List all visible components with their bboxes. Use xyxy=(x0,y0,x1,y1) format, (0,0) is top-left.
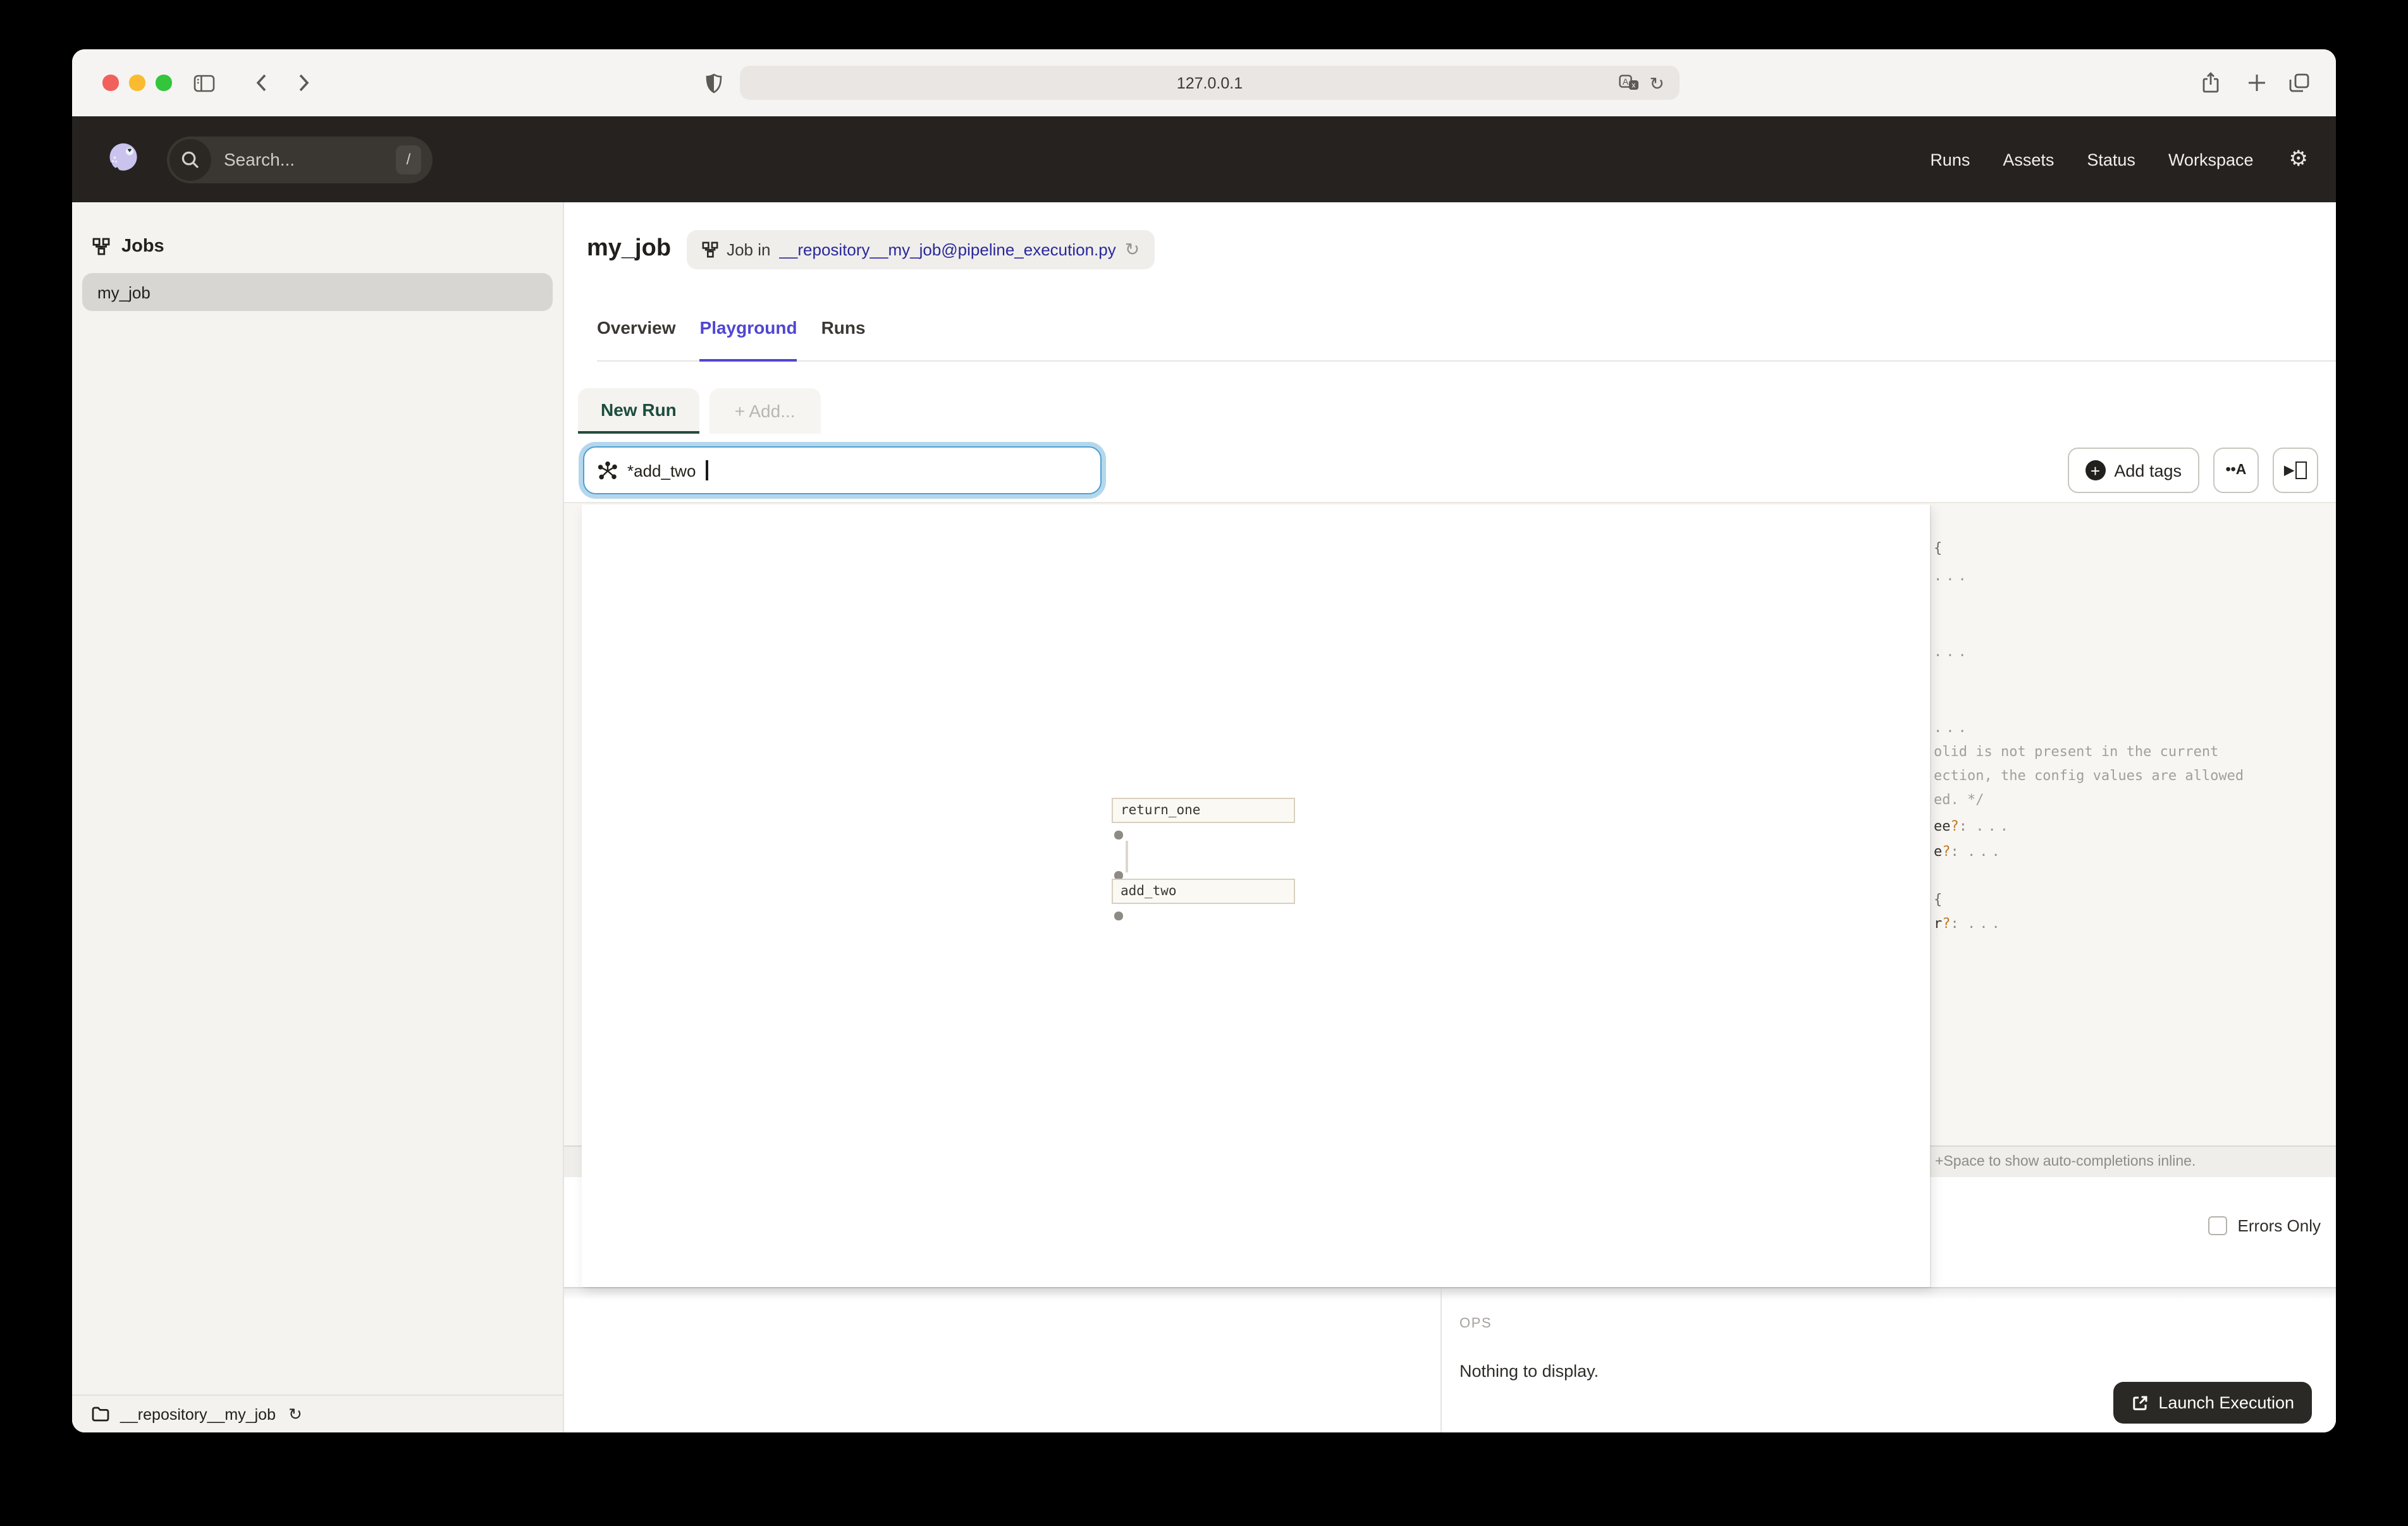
code-line: ... xyxy=(1934,568,1970,584)
tab-new-run[interactable]: New Run xyxy=(578,388,699,434)
share-icon[interactable] xyxy=(2202,49,2220,116)
back-icon[interactable] xyxy=(255,49,267,116)
nav-assets[interactable]: Assets xyxy=(2003,150,2054,169)
job-graph-icon xyxy=(92,238,110,255)
app-header: Search... / Runs Assets Status Workspace… xyxy=(72,116,2336,202)
tab-runs[interactable]: Runs xyxy=(821,314,866,360)
job-graph-icon xyxy=(701,241,718,257)
graph-edge xyxy=(1126,841,1127,872)
repository-reload-icon[interactable]: ↻ xyxy=(288,1406,302,1422)
job-location-badge: Job in __repository__my_job@pipeline_exe… xyxy=(686,229,1155,269)
code-line: olid is not present in the current xyxy=(1934,743,2219,760)
op-graph-icon xyxy=(598,461,617,480)
launch-icon xyxy=(2130,1394,2148,1412)
add-tags-button[interactable]: + Add tags xyxy=(2067,448,2199,493)
privacy-shield-icon xyxy=(706,49,722,116)
page-title: my_job xyxy=(587,235,672,262)
run-config-tabs: New Run + Add... xyxy=(578,388,821,434)
ops-section-title: OPS xyxy=(1459,1316,1492,1331)
launch-execution-button[interactable]: Launch Execution xyxy=(2113,1382,2312,1424)
selector-toolbar: *add_two + Add tags ••A ▶ xyxy=(564,439,2336,503)
url-bar[interactable]: 127.0.0.1 Ax ↻ xyxy=(740,66,1680,100)
code-line: ... xyxy=(1934,644,1970,660)
bottom-pane: OPS Nothing to display. Launch Execution xyxy=(564,1287,2336,1432)
ops-empty-message: Nothing to display. xyxy=(1459,1362,1599,1381)
tab-overview[interactable]: Overview xyxy=(597,314,676,360)
browser-window: 127.0.0.1 Ax ↻ Search... / Runs Assets S… xyxy=(72,49,2336,1432)
title-row: my_job Job in __repository__my_job@pipel… xyxy=(587,228,1155,271)
pane-divider xyxy=(1440,1288,1442,1432)
tab-overview-icon[interactable] xyxy=(2289,49,2309,116)
tab-playground[interactable]: Playground xyxy=(699,314,797,362)
page-reload-icon[interactable]: ↻ xyxy=(1650,74,1664,92)
code-line: ee?: ... xyxy=(1934,818,2012,834)
op-selector-value: *add_two xyxy=(627,461,696,480)
expand-panel-button[interactable]: ▶ xyxy=(2273,448,2318,493)
nav-runs[interactable]: Runs xyxy=(1930,150,1970,169)
op-node-add-two[interactable]: add_two xyxy=(1112,879,1295,904)
window-controls xyxy=(102,49,171,116)
sidebar-item-my-job[interactable]: my_job xyxy=(82,273,553,311)
gear-icon[interactable]: ⚙ xyxy=(2289,147,2309,172)
errors-only-label: Errors Only xyxy=(2237,1216,2321,1235)
plus-circle-icon: + xyxy=(2085,460,2106,480)
play-panel-icon: ▶ xyxy=(2284,463,2294,477)
search-icon xyxy=(181,150,200,169)
errors-only-checkbox[interactable] xyxy=(2208,1216,2228,1235)
code-line: ed. */ xyxy=(1934,791,1984,808)
op-node-return-one[interactable]: return_one xyxy=(1112,798,1295,823)
sidebar-title: Jobs xyxy=(121,236,164,257)
zoom-window-button[interactable] xyxy=(156,75,171,91)
op-graph-popup: return_one add_two xyxy=(582,504,1930,1287)
sidebar-jobs-header: Jobs xyxy=(72,202,563,273)
forward-icon[interactable] xyxy=(298,49,310,116)
search-shortcut-badge: / xyxy=(396,145,421,174)
output-port xyxy=(1114,831,1122,839)
nav-workspace[interactable]: Workspace xyxy=(2168,150,2254,169)
repository-link[interactable]: __repository__my_job@pipeline_execution.… xyxy=(779,240,1115,259)
code-line: ection, the config values are allowed xyxy=(1934,767,2244,784)
autocomplete-icon: ••A xyxy=(2225,463,2247,478)
badge-reload-icon[interactable]: ↻ xyxy=(1125,240,1140,258)
translate-icon[interactable]: Ax xyxy=(1619,75,1640,91)
global-search[interactable]: Search... / xyxy=(167,136,433,183)
code-line: ... xyxy=(1934,719,1970,736)
screen: 127.0.0.1 Ax ↻ Search... / Runs Assets S… xyxy=(0,0,2408,1526)
top-nav: Runs Assets Status Workspace ⚙ xyxy=(1930,147,2308,172)
close-window-button[interactable] xyxy=(102,75,118,91)
job-item-label: my_job xyxy=(97,283,150,302)
repository-name: __repository__my_job xyxy=(120,1405,276,1423)
minimize-window-button[interactable] xyxy=(129,75,145,91)
badge-prefix: Job in xyxy=(727,240,771,259)
app-body: Jobs my_job __repository__my_job ↻ my_jo… xyxy=(72,202,2336,1432)
page-tabs: Overview Playground Runs xyxy=(597,314,2336,362)
folder-icon xyxy=(91,1406,110,1422)
sidebar-toggle-icon[interactable] xyxy=(194,49,215,116)
text-caret xyxy=(706,460,708,480)
nav-status[interactable]: Status xyxy=(2087,150,2135,169)
dagster-logo[interactable] xyxy=(105,140,143,178)
repository-row[interactable]: __repository__my_job ↻ xyxy=(72,1395,563,1432)
code-line: { xyxy=(1934,540,1943,556)
errors-only-toggle[interactable]: Errors Only xyxy=(2208,1216,2321,1235)
sidebar: Jobs my_job __repository__my_job ↻ xyxy=(72,202,564,1432)
browser-toolbar: 127.0.0.1 Ax ↻ xyxy=(72,49,2336,116)
playground-content: { ... ... ... olid is not present in the… xyxy=(564,503,2336,1432)
code-line: e?: ... xyxy=(1934,843,2004,860)
main-panel: my_job Job in __repository__my_job@pipel… xyxy=(564,202,2336,1432)
autocomplete-hint: +Space to show auto-completions inline. xyxy=(1935,1154,2196,1169)
op-selector-input[interactable]: *add_two xyxy=(583,446,1102,494)
output-port xyxy=(1114,912,1122,920)
new-tab-icon[interactable] xyxy=(2247,49,2266,116)
add-config-tab-button[interactable]: + Add... xyxy=(709,388,821,434)
search-placeholder: Search... xyxy=(224,149,295,169)
url-text: 127.0.0.1 xyxy=(1176,74,1243,92)
autocomplete-button[interactable]: ••A xyxy=(2213,448,2259,493)
svg-text:x: x xyxy=(1632,80,1636,89)
svg-text:A: A xyxy=(1623,76,1629,87)
code-line: r?: ... xyxy=(1934,915,2004,932)
code-line: { xyxy=(1934,891,1943,908)
